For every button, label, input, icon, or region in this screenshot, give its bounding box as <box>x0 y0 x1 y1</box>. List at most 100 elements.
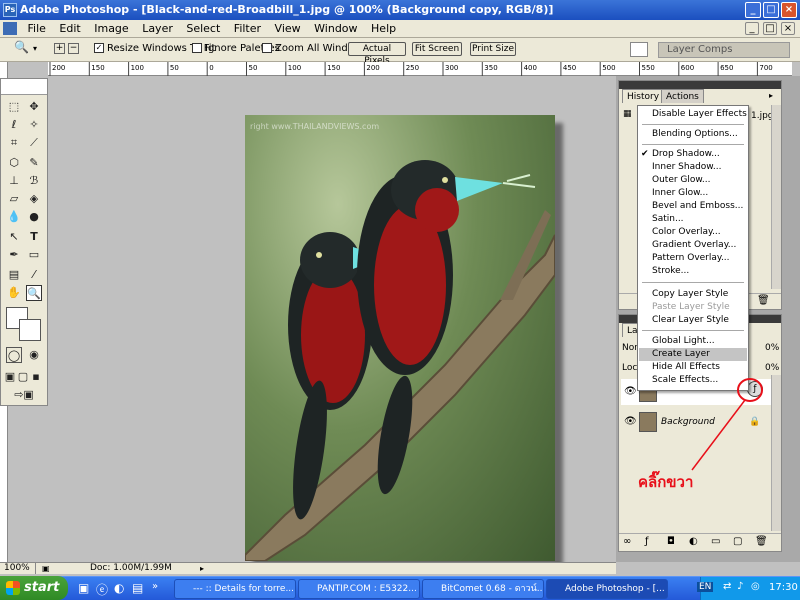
menu-item-clear-layer-style[interactable]: Clear Layer Style <box>639 314 747 327</box>
new-layer-icon[interactable]: ▢ <box>733 536 742 547</box>
menu-item-outer-glow[interactable]: Outer Glow... <box>639 174 747 187</box>
menu-item-blending-options[interactable]: Blending Options... <box>639 128 747 141</box>
zoom-in-icon[interactable]: + <box>54 43 65 54</box>
menu-help[interactable]: Help <box>366 20 401 37</box>
quicklaunch-media-icon[interactable]: ◐ <box>114 581 124 595</box>
zoom-tool-active-icon[interactable]: 🔍 <box>26 285 42 301</box>
menu-item-create-layer[interactable]: Create Layer <box>639 348 747 361</box>
background-color-swatch[interactable] <box>19 319 41 341</box>
hand-tool-icon[interactable]: ✋ <box>6 285 22 301</box>
doc-minimize-button[interactable]: _ <box>745 22 759 35</box>
layer-comps-tab[interactable]: Layer Comps <box>658 42 790 58</box>
menu-item-gradient-overlay[interactable]: Gradient Overlay... <box>639 239 747 252</box>
task-bitcomet[interactable]: BitComet 0.68 - ดาวน์... <box>422 579 544 599</box>
fit-screen-button[interactable]: Fit Screen <box>412 42 462 56</box>
brush-tool-icon[interactable]: ✎ <box>26 155 42 171</box>
lasso-tool-icon[interactable]: ℓ <box>6 117 22 133</box>
menu-item-pattern-overlay[interactable]: Pattern Overlay... <box>639 252 747 265</box>
healing-brush-icon[interactable]: ⬡ <box>6 155 22 171</box>
menu-item-stroke[interactable]: Stroke... <box>639 265 747 278</box>
zoom-out-icon[interactable]: − <box>68 43 79 54</box>
eyedropper-icon[interactable]: ⁄ <box>26 267 42 283</box>
zoom-level[interactable]: 100% <box>4 563 36 574</box>
clone-stamp-icon[interactable]: ⊥ <box>6 173 22 189</box>
menu-item-color-overlay[interactable]: Color Overlay... <box>639 226 747 239</box>
close-button[interactable]: × <box>781 2 797 18</box>
adjustment-layer-icon[interactable]: ◐ <box>689 536 698 547</box>
menu-image[interactable]: Image <box>89 20 133 37</box>
toolbox-header[interactable] <box>1 79 47 95</box>
menu-filter[interactable]: Filter <box>229 20 266 37</box>
history-panel-titlebar[interactable] <box>619 81 781 89</box>
quick-mask-icon[interactable]: ◉ <box>26 347 42 363</box>
minimize-button[interactable]: _ <box>745 2 761 18</box>
menu-item-inner-shadow[interactable]: Inner Shadow... <box>639 161 747 174</box>
menu-item-global-light[interactable]: Global Light... <box>639 335 747 348</box>
path-selection-icon[interactable]: ↖ <box>6 229 22 245</box>
menu-select[interactable]: Select <box>181 20 225 37</box>
document-icon[interactable] <box>3 22 17 35</box>
menu-item-copy-layer-style[interactable]: Copy Layer Style <box>639 288 747 301</box>
delete-state-icon[interactable]: 🗑 <box>757 295 770 306</box>
screen-mode-1-icon[interactable]: ▣ <box>4 369 16 385</box>
slice-tool-icon[interactable]: ⟋ <box>26 135 42 151</box>
bird-photo[interactable] <box>244 115 556 562</box>
marquee-tool-icon[interactable]: ⬚ <box>6 99 22 115</box>
tray-network-icon[interactable]: ⇄ <box>723 581 731 592</box>
status-nav-icon[interactable]: ▣ <box>42 563 50 574</box>
menu-item-satin[interactable]: Satin... <box>639 213 747 226</box>
delete-layer-icon[interactable]: 🗑 <box>755 536 768 547</box>
blur-tool-icon[interactable]: 💧 <box>6 209 22 225</box>
link-layers-icon[interactable]: ∞ <box>623 536 631 547</box>
task-photoshop[interactable]: Adobe Photoshop - [... <box>546 579 668 599</box>
language-indicator[interactable]: EN <box>697 582 714 592</box>
start-button[interactable]: start <box>0 576 68 600</box>
panel-menu-arrow-icon[interactable]: ▸ <box>769 91 773 100</box>
task-pantip[interactable]: PANTIP.COM : E5322... <box>298 579 420 599</box>
image-ready-jump-icon[interactable]: ⇨▣ <box>6 387 42 403</box>
tray-volume-icon[interactable]: ♪ <box>737 581 743 592</box>
eraser-tool-icon[interactable]: ▱ <box>6 191 22 207</box>
quicklaunch-desktop-icon[interactable]: ▣ <box>78 581 89 595</box>
menu-file[interactable]: File <box>23 20 51 37</box>
quicklaunch-ie-icon[interactable]: ⓔ <box>96 581 108 598</box>
menu-item-disable-layer-effects[interactable]: Disable Layer Effects <box>639 108 747 121</box>
quicklaunch-explorer-icon[interactable]: ▤ <box>132 581 143 595</box>
add-style-icon[interactable]: ƒ <box>645 536 649 547</box>
tool-preset-dropdown-icon[interactable]: ▾ <box>33 43 37 55</box>
print-size-button[interactable]: Print Size <box>470 42 516 56</box>
menu-view[interactable]: View <box>270 20 306 37</box>
shape-tool-icon[interactable]: ▭ <box>26 247 42 263</box>
screen-mode-3-icon[interactable]: ▪ <box>30 369 42 385</box>
task-details-torrent[interactable]: --- :: Details for torre... <box>174 579 296 599</box>
type-tool-icon[interactable]: T <box>26 229 42 245</box>
menu-window[interactable]: Window <box>309 20 362 37</box>
dodge-tool-icon[interactable]: ● <box>26 209 42 225</box>
zoom-tool-icon[interactable]: 🔍 <box>14 41 29 53</box>
crop-tool-icon[interactable]: ⌗ <box>6 135 22 151</box>
tab-actions[interactable]: Actions <box>661 89 704 103</box>
tab-history[interactable]: History <box>622 89 665 103</box>
doc-restore-button[interactable]: □ <box>763 22 777 35</box>
menu-item-bevel-emboss[interactable]: Bevel and Emboss... <box>639 200 747 213</box>
standard-mode-icon[interactable]: ◯ <box>6 347 22 363</box>
doc-close-button[interactable]: × <box>781 22 795 35</box>
pen-tool-icon[interactable]: ✒ <box>6 247 22 263</box>
new-group-icon[interactable]: ▭ <box>711 536 720 547</box>
screen-mode-2-icon[interactable]: ▢ <box>17 369 29 385</box>
notes-tool-icon[interactable]: ▤ <box>6 267 22 283</box>
file-browser-icon[interactable] <box>630 42 648 57</box>
menu-item-drop-shadow[interactable]: Drop Shadow... <box>639 148 747 161</box>
menu-layer[interactable]: Layer <box>137 20 178 37</box>
tray-app-icon[interactable]: ◎ <box>751 581 760 592</box>
menu-edit[interactable]: Edit <box>54 20 85 37</box>
status-arrow-icon[interactable]: ▸ <box>200 563 204 574</box>
move-tool-icon[interactable]: ✥ <box>26 99 42 115</box>
quicklaunch-expand-icon[interactable]: » <box>152 581 158 592</box>
actual-pixels-button[interactable]: Actual Pixels <box>348 42 406 66</box>
opacity-field[interactable]: 0% <box>765 343 779 353</box>
history-scrollbar[interactable] <box>771 105 781 289</box>
menu-item-inner-glow[interactable]: Inner Glow... <box>639 187 747 200</box>
maximize-button[interactable]: □ <box>763 2 779 18</box>
paint-bucket-icon[interactable]: ◈ <box>26 191 42 207</box>
